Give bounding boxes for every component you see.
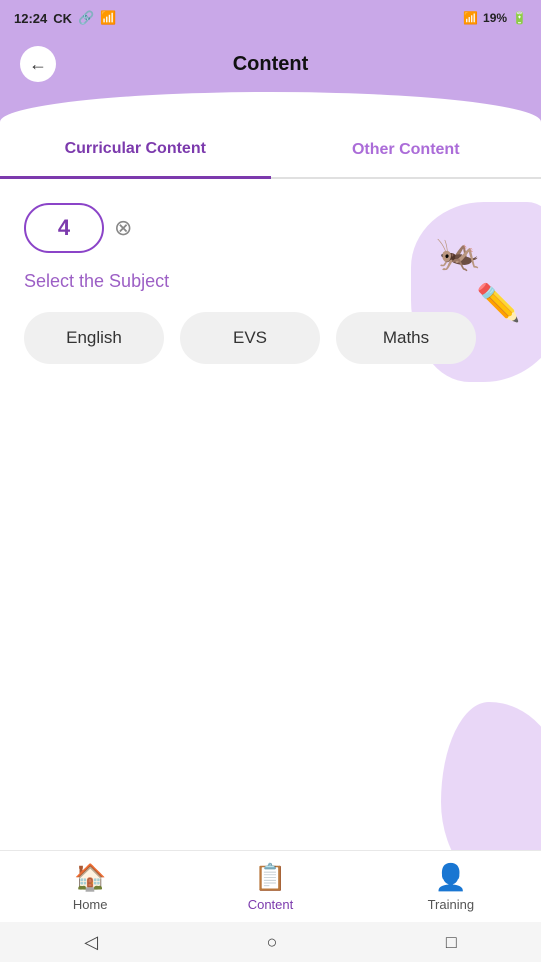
clear-grade-button[interactable]: ⊗ [114, 215, 132, 241]
status-left: 12:24 CK 🔗 📶 [14, 10, 116, 26]
status-carrier2-icon: 🔗 [78, 10, 94, 26]
home-icon: 🏠 [74, 862, 106, 893]
status-battery-icon: 🔋 [512, 11, 527, 25]
page-title: Content [56, 53, 485, 76]
nav-item-training[interactable]: 👤 Training [416, 862, 486, 912]
nav-item-home[interactable]: 🏠 Home [55, 862, 125, 912]
training-icon: 👤 [435, 862, 467, 893]
tab-curricular[interactable]: Curricular Content [0, 122, 271, 179]
tab-other-content[interactable]: Other Content [271, 122, 541, 177]
select-subject-label: Select the Subject [24, 271, 517, 292]
subject-button-english[interactable]: English [24, 312, 164, 364]
nav-label-content: Content [248, 897, 294, 912]
clear-icon: ⊗ [114, 215, 132, 240]
subject-button-maths[interactable]: Maths [336, 312, 476, 364]
nav-label-home: Home [73, 897, 108, 912]
nav-label-training: Training [428, 897, 474, 912]
status-wifi-icon: 📶 [100, 10, 116, 26]
subjects-grid: English EVS Maths [24, 312, 517, 364]
status-carrier1: CK [53, 11, 72, 26]
content-section: 4 ⊗ Select the Subject English EVS Maths [0, 179, 541, 364]
scrollable-area: 🦗 ✏️ Curricular Content Other Content 4 … [0, 122, 541, 962]
status-right: 📶 19% 🔋 [463, 11, 527, 25]
status-bar: 12:24 CK 🔗 📶 📶 19% 🔋 [0, 0, 541, 36]
app-wrapper: 12:24 CK 🔗 📶 📶 19% 🔋 ← Content 🦗 ✏️ Curr… [0, 0, 541, 962]
bottom-nav: 🏠 Home 📋 Content 👤 Training [0, 850, 541, 922]
nav-item-content[interactable]: 📋 Content [235, 862, 305, 912]
header-wave [0, 92, 541, 122]
subject-button-evs[interactable]: EVS [180, 312, 320, 364]
android-back-btn[interactable]: ◁ [84, 932, 98, 953]
grade-value: 4 [58, 215, 70, 240]
status-battery: 19% [483, 11, 507, 25]
grade-badge: 4 [24, 203, 104, 253]
status-signal-icon: 📶 [463, 11, 478, 25]
status-time: 12:24 [14, 11, 47, 26]
top-nav: ← Content [0, 36, 541, 92]
android-recent-btn[interactable]: □ [446, 932, 457, 953]
android-home-btn[interactable]: ○ [267, 932, 278, 953]
content-icon: 📋 [254, 862, 286, 893]
android-nav: ◁ ○ □ [0, 922, 541, 962]
back-icon: ← [29, 54, 47, 75]
back-button[interactable]: ← [20, 46, 56, 82]
grade-row: 4 ⊗ [24, 203, 517, 253]
tabs-container: Curricular Content Other Content [0, 122, 541, 179]
